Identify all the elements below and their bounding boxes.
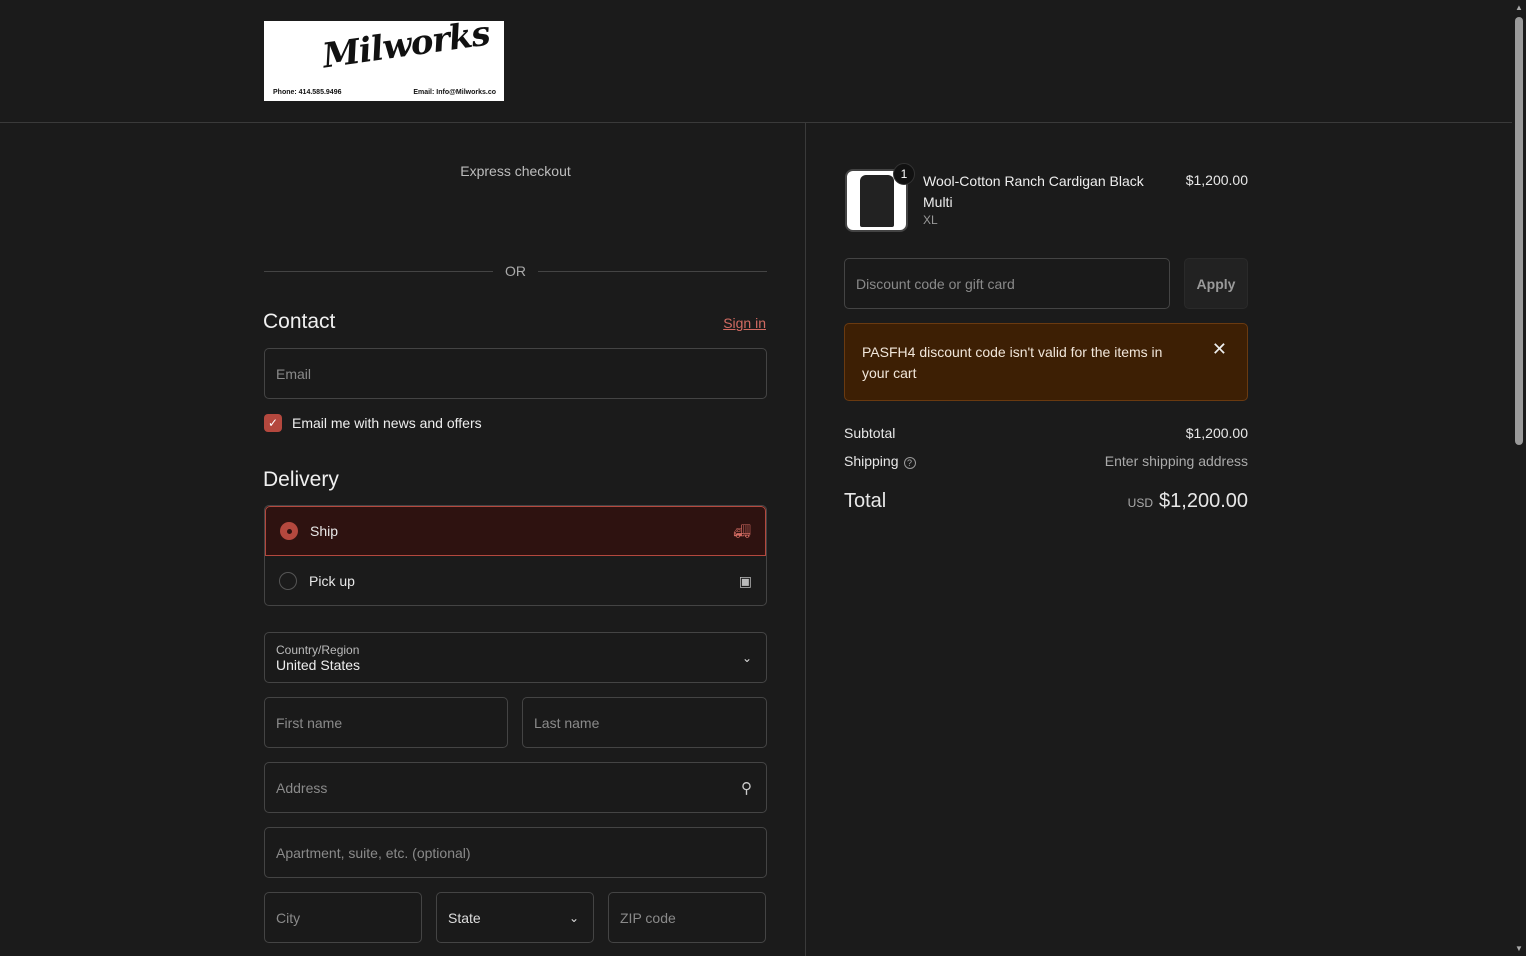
radio-selected-icon — [280, 522, 298, 540]
currency-label: USD — [1127, 496, 1154, 510]
newsletter-label: Email me with news and offers — [292, 415, 482, 431]
scrollbar[interactable]: ▲ ▼ — [1512, 0, 1526, 956]
address-placeholder: Address — [276, 779, 328, 796]
contact-heading: Contact — [263, 310, 336, 333]
sign-in-link[interactable]: Sign in — [723, 315, 766, 331]
discount-input[interactable]: Discount code or gift card — [844, 258, 1170, 309]
truck-icon: 🚚︎ — [733, 522, 751, 539]
discount-error-alert: PASFH4 discount code isn't valid for the… — [844, 323, 1248, 401]
total-label: Total — [844, 490, 887, 512]
logo-phone: Phone: 414.585.9496 — [273, 89, 342, 96]
delivery-heading: Delivery — [263, 468, 339, 491]
quantity-badge: 1 — [893, 163, 915, 185]
shipping-row: Shipping? Enter shipping address — [844, 453, 1248, 469]
product-variant: XL — [923, 213, 938, 227]
discount-placeholder: Discount code or gift card — [856, 275, 1015, 292]
country-value: United States — [276, 656, 361, 673]
logo-email: Email: Info@Milworks.co — [413, 89, 496, 96]
product-price: $1,200.00 — [1185, 172, 1248, 188]
delivery-option-pickup[interactable]: Pick up ▣ — [265, 556, 766, 605]
logo-brand: Milworks — [320, 13, 492, 77]
state-select[interactable]: State ⌄ — [436, 892, 594, 943]
subtotal-label: Subtotal — [844, 425, 896, 441]
zip-placeholder: ZIP code — [620, 909, 676, 926]
chevron-down-icon: ⌄ — [741, 651, 752, 665]
scroll-down-icon[interactable]: ▼ — [1515, 944, 1523, 953]
express-checkout-label: Express checkout — [460, 163, 571, 179]
radio-icon — [279, 572, 297, 590]
country-label: Country/Region — [276, 642, 360, 657]
checkbox-checked-icon: ✓ — [264, 414, 282, 432]
city-placeholder: City — [276, 909, 301, 926]
scrollbar-thumb[interactable] — [1515, 17, 1523, 445]
milworks-logo[interactable]: Milworks Phone: 414.585.9496 Email: Info… — [264, 14, 504, 101]
apartment-placeholder: Apartment, suite, etc. (optional) — [276, 844, 471, 861]
delivery-option-ship[interactable]: Ship 🚚︎ — [265, 506, 766, 556]
apply-button[interactable]: Apply — [1184, 258, 1248, 309]
address-input[interactable]: Address ⚲ — [264, 762, 767, 813]
total-row: Total USD $1,200.00 — [844, 490, 1248, 513]
or-label: OR — [505, 263, 526, 279]
zip-input[interactable]: ZIP code — [608, 892, 766, 943]
close-icon[interactable]: ✕ — [1212, 339, 1227, 360]
product-name: Wool-Cotton Ranch Cardigan Black Multi — [923, 173, 1144, 210]
cardigan-image — [859, 174, 894, 227]
last-name-input[interactable]: Last name — [522, 697, 767, 748]
first-name-input[interactable]: First name — [264, 697, 508, 748]
pickup-label: Pick up — [309, 573, 355, 589]
city-input[interactable]: City — [264, 892, 422, 943]
subtotal-row: Subtotal $1,200.00 — [844, 425, 1248, 441]
header: Milworks Phone: 414.585.9496 Email: Info… — [0, 0, 1512, 123]
country-select[interactable]: Country/Region United States ⌄ — [264, 632, 767, 683]
or-divider: OR — [264, 263, 767, 279]
column-divider — [805, 123, 806, 956]
email-input[interactable]: Email — [264, 348, 767, 399]
apartment-input[interactable]: Apartment, suite, etc. (optional) — [264, 827, 767, 878]
email-placeholder: Email — [276, 365, 312, 382]
shipping-label: Shipping — [844, 453, 899, 469]
help-icon[interactable]: ? — [903, 457, 916, 469]
first-name-placeholder: First name — [276, 714, 343, 731]
scroll-up-icon[interactable]: ▲ — [1515, 3, 1523, 12]
newsletter-checkbox[interactable]: ✓ Email me with news and offers — [264, 414, 482, 432]
subtotal-value: $1,200.00 — [1185, 425, 1248, 441]
delivery-options: Ship 🚚︎ Pick up ▣ — [264, 505, 767, 606]
search-icon: ⚲ — [741, 779, 752, 797]
alert-message: PASFH4 discount code isn't valid for the… — [862, 344, 1163, 381]
chevron-down-icon: ⌄ — [568, 910, 579, 925]
shipping-value: Enter shipping address — [1104, 453, 1248, 469]
total-value: $1,200.00 — [1159, 490, 1248, 512]
last-name-placeholder: Last name — [534, 714, 600, 731]
store-icon: ▣ — [738, 572, 752, 589]
state-value: State — [448, 909, 481, 926]
ship-label: Ship — [310, 523, 339, 539]
